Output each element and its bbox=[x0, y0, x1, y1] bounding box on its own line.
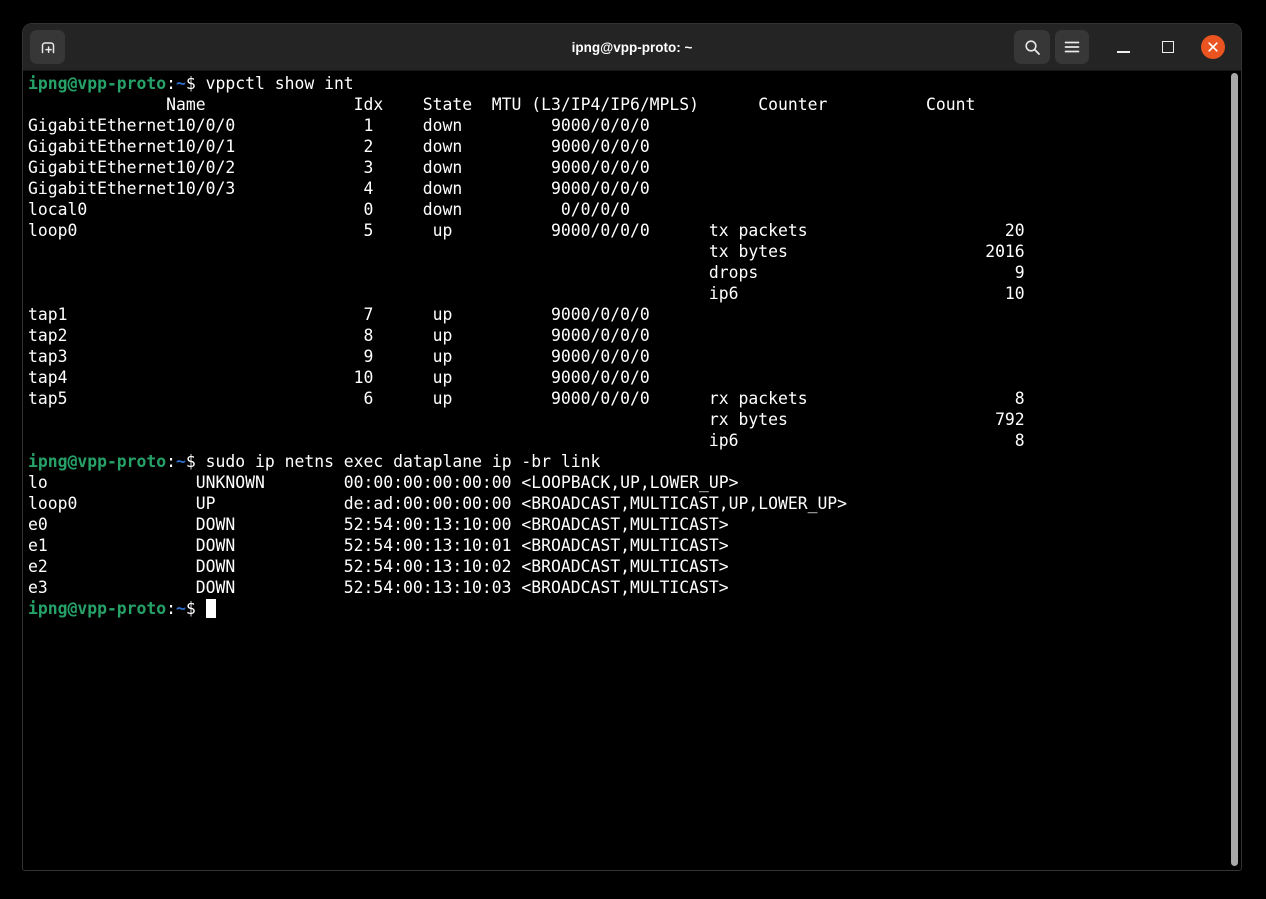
terminal-text: e3 DOWN 52:54:00:13:10:03 <BROADCAST,MUL… bbox=[28, 578, 729, 597]
terminal-text-line: ip6 8 bbox=[28, 430, 1240, 451]
prompt-directory: ~ bbox=[176, 74, 186, 93]
terminal-window: ipng@vpp-proto: ~ bbox=[22, 23, 1242, 871]
terminal-text-line: ip6 10 bbox=[28, 283, 1240, 304]
terminal-text-line: GigabitEthernet10/0/2 3 down 9000/0/0/0 bbox=[28, 157, 1240, 178]
terminal-text: lo UNKNOWN 00:00:00:00:00:00 <LOOPBACK,U… bbox=[28, 473, 739, 492]
terminal-prompt-line: ipng@vpp-proto:~$ vppctl show int bbox=[28, 73, 1240, 94]
terminal-text-line: e2 DOWN 52:54:00:13:10:02 <BROADCAST,MUL… bbox=[28, 556, 1240, 577]
prompt-dollar: $ bbox=[186, 452, 206, 471]
terminal-text: loop0 5 up 9000/0/0/0 tx packets 20 bbox=[28, 221, 1025, 240]
prompt-directory: ~ bbox=[176, 599, 186, 618]
prompt-separator: : bbox=[166, 452, 176, 471]
headerbar: ipng@vpp-proto: ~ bbox=[23, 24, 1241, 71]
terminal-text-line: GigabitEthernet10/0/0 1 down 9000/0/0/0 bbox=[28, 115, 1240, 136]
terminal-text-line: GigabitEthernet10/0/1 2 down 9000/0/0/0 bbox=[28, 136, 1240, 157]
maximize-button[interactable] bbox=[1148, 30, 1188, 64]
terminal-text: e1 DOWN 52:54:00:13:10:01 <BROADCAST,MUL… bbox=[28, 536, 729, 555]
terminal-text: tap4 10 up 9000/0/0/0 bbox=[28, 368, 650, 387]
terminal-text-line: rx bytes 792 bbox=[28, 409, 1240, 430]
terminal-text: tap2 8 up 9000/0/0/0 bbox=[28, 326, 650, 345]
prompt-dollar: $ bbox=[186, 599, 206, 618]
terminal-text-line: tap1 7 up 9000/0/0/0 bbox=[28, 304, 1240, 325]
command-text: vppctl show int bbox=[206, 74, 354, 93]
prompt-user-host: ipng@vpp-proto bbox=[28, 452, 166, 471]
close-icon bbox=[1201, 35, 1225, 59]
prompt-user-host: ipng@vpp-proto bbox=[28, 599, 166, 618]
terminal-text: loop0 UP de:ad:00:00:00:00 <BROADCAST,MU… bbox=[28, 494, 847, 513]
terminal-output: ipng@vpp-proto:~$ vppctl show int Name I… bbox=[28, 73, 1240, 619]
terminal-text: e0 DOWN 52:54:00:13:10:00 <BROADCAST,MUL… bbox=[28, 515, 729, 534]
terminal-text: local0 0 down 0/0/0/0 bbox=[28, 200, 630, 219]
terminal-screen[interactable]: ipng@vpp-proto:~$ vppctl show int Name I… bbox=[24, 71, 1240, 869]
terminal-prompt-line: ipng@vpp-proto:~$ bbox=[28, 598, 1240, 619]
terminal-text: tap5 6 up 9000/0/0/0 rx packets 8 bbox=[28, 389, 1025, 408]
prompt-dollar: $ bbox=[186, 74, 206, 93]
terminal-text: rx bytes 792 bbox=[28, 410, 1025, 429]
terminal-text-line: lo UNKNOWN 00:00:00:00:00:00 <LOOPBACK,U… bbox=[28, 472, 1240, 493]
terminal-text-line: loop0 UP de:ad:00:00:00:00 <BROADCAST,MU… bbox=[28, 493, 1240, 514]
prompt-separator: : bbox=[166, 74, 176, 93]
command-text: sudo ip netns exec dataplane ip -br link bbox=[206, 452, 601, 471]
terminal-text-line: local0 0 down 0/0/0/0 bbox=[28, 199, 1240, 220]
terminal-text-line: tx bytes 2016 bbox=[28, 241, 1240, 262]
terminal-text-line: e0 DOWN 52:54:00:13:10:00 <BROADCAST,MUL… bbox=[28, 514, 1240, 535]
tab-new-icon bbox=[39, 38, 57, 56]
terminal-text: GigabitEthernet10/0/2 3 down 9000/0/0/0 bbox=[28, 158, 650, 177]
scrollbar-thumb[interactable] bbox=[1231, 73, 1238, 866]
terminal-text: Name Idx State MTU (L3/IP4/IP6/MPLS) Cou… bbox=[28, 95, 975, 114]
terminal-cursor bbox=[206, 599, 216, 618]
terminal-text: GigabitEthernet10/0/0 1 down 9000/0/0/0 bbox=[28, 116, 650, 135]
terminal-text: tap3 9 up 9000/0/0/0 bbox=[28, 347, 650, 366]
minimize-icon bbox=[1117, 51, 1130, 53]
terminal-text-line: tap2 8 up 9000/0/0/0 bbox=[28, 325, 1240, 346]
terminal-text: drops 9 bbox=[28, 263, 1025, 282]
terminal-text-line: tap3 9 up 9000/0/0/0 bbox=[28, 346, 1240, 367]
terminal-text: ip6 10 bbox=[28, 284, 1025, 303]
terminal-text-line: tap4 10 up 9000/0/0/0 bbox=[28, 367, 1240, 388]
menu-button[interactable] bbox=[1055, 30, 1089, 64]
terminal-text: e2 DOWN 52:54:00:13:10:02 <BROADCAST,MUL… bbox=[28, 557, 729, 576]
headerbar-controls bbox=[1014, 30, 1233, 64]
prompt-separator: : bbox=[166, 599, 176, 618]
terminal-text-line: e1 DOWN 52:54:00:13:10:01 <BROADCAST,MUL… bbox=[28, 535, 1240, 556]
minimize-button[interactable] bbox=[1103, 30, 1143, 64]
terminal-text-line: drops 9 bbox=[28, 262, 1240, 283]
terminal-text: GigabitEthernet10/0/1 2 down 9000/0/0/0 bbox=[28, 137, 650, 156]
close-button[interactable] bbox=[1193, 30, 1233, 64]
terminal-text-line: loop0 5 up 9000/0/0/0 tx packets 20 bbox=[28, 220, 1240, 241]
maximize-icon bbox=[1162, 41, 1174, 53]
terminal-text-line: e3 DOWN 52:54:00:13:10:03 <BROADCAST,MUL… bbox=[28, 577, 1240, 598]
prompt-user-host: ipng@vpp-proto bbox=[28, 74, 166, 93]
new-tab-button[interactable] bbox=[30, 30, 65, 64]
terminal-text-line: GigabitEthernet10/0/3 4 down 9000/0/0/0 bbox=[28, 178, 1240, 199]
terminal-text: tx bytes 2016 bbox=[28, 242, 1025, 261]
terminal-text: GigabitEthernet10/0/3 4 down 9000/0/0/0 bbox=[28, 179, 650, 198]
search-icon bbox=[1024, 39, 1041, 56]
prompt-directory: ~ bbox=[176, 452, 186, 471]
terminal-text-line: tap5 6 up 9000/0/0/0 rx packets 8 bbox=[28, 388, 1240, 409]
terminal-text: tap1 7 up 9000/0/0/0 bbox=[28, 305, 650, 324]
search-button[interactable] bbox=[1014, 30, 1050, 64]
scrollbar-track bbox=[1230, 73, 1239, 866]
terminal-prompt-line: ipng@vpp-proto:~$ sudo ip netns exec dat… bbox=[28, 451, 1240, 472]
terminal-text-line: Name Idx State MTU (L3/IP4/IP6/MPLS) Cou… bbox=[28, 94, 1240, 115]
terminal-text: ip6 8 bbox=[28, 431, 1025, 450]
hamburger-menu-icon bbox=[1064, 40, 1080, 54]
